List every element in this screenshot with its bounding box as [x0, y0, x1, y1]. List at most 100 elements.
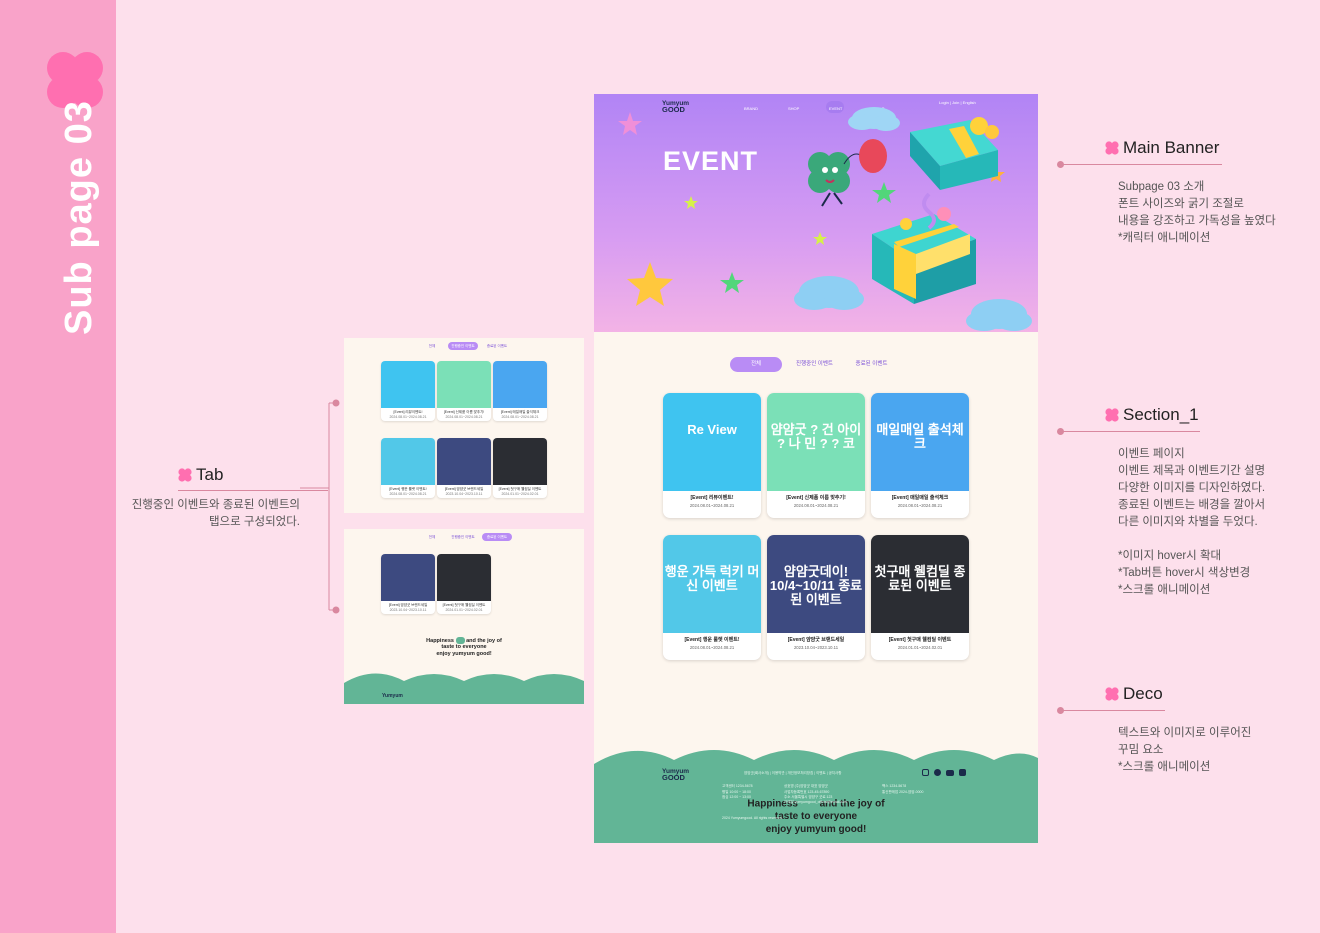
footer-info-line: 고객센터 1234-5678 [722, 784, 753, 788]
flower-icon [178, 468, 192, 482]
annotation-line: Subpage 03 소개 [1118, 181, 1205, 193]
annotation-line: 이벤트 페이지 [1118, 448, 1185, 460]
annotation-line: *이미지 hover시 확대 [1118, 550, 1222, 562]
annotation-line: *스크롤 애니메이션 [1118, 584, 1211, 596]
event-card-image: 첫구매 웰컴딜 종료된 이벤트 [871, 535, 969, 633]
flower-icon [1105, 141, 1119, 155]
event-card[interactable]: 행운 가득 럭키 머신 이벤트 [Event] 행운 룰렛 이벤트! 2024.08… [663, 535, 761, 660]
instagram-icon[interactable] [922, 769, 929, 776]
mini-event-card[interactable]: [Event] 첫구매 웰컴딜 이벤트 2024.01.01~2024.02.01 [493, 438, 547, 498]
event-card[interactable]: 첫구매 웰컴딜 종료된 이벤트 [Event] 첫구매 웰컴딜 이벤트 2024.0… [871, 535, 969, 660]
mini-event-card[interactable]: [Event] 얌얌굿 브랜드세일 2023.10.04~2023.10.11 [437, 438, 491, 498]
mini-event-card[interactable]: [Event] 첫구매 웰컴딜 이벤트 2024.01.01~2024.02.01 [437, 554, 491, 614]
event-card-image: 얌얌굿데이! 10/4~10/11 종료된 이벤트 [767, 535, 865, 633]
mini-event-card[interactable]: [Event] 리뷰이벤트! 2024.08.01~2024.08.21 [381, 361, 435, 421]
mini-tab-ended[interactable]: 종료된 이벤트 [482, 533, 512, 541]
annotation-deco: Deco 텍스트와 이미지로 이루어진 꾸밈 요소 *스크롤 애니메이션 [1057, 684, 1300, 776]
event-card-title: [Event] 얌얌굿 브랜드세일 [787, 637, 845, 643]
facebook-icon[interactable] [934, 769, 941, 776]
svg-text:Yumyum: Yumyum [382, 693, 403, 699]
main-banner: YumyumGOOD BRAND SHOP EVENT HELP Login |… [594, 94, 1038, 332]
annotation-line: 꾸밈 요소 [1118, 744, 1164, 756]
mini-event-card-image [493, 438, 547, 485]
event-card-date: 2024.08.01~2024.08.21 [793, 503, 839, 508]
mini-event-card-image [437, 554, 491, 601]
mini-event-card-date: 2024.08.01~2024.08.21 [389, 415, 427, 419]
mini-tab-all[interactable]: 전체 [422, 533, 442, 541]
annotation-line: 내용을 강조하고 가독성을 높였다 [1118, 215, 1276, 227]
event-card-date: 2024.08.01~2024.08.21 [689, 503, 735, 508]
annotation-line: 다양한 이미지를 디자인하였다. [1118, 482, 1266, 494]
mini-event-card-date: 2024.08.01~2024.08.21 [445, 415, 483, 419]
footer-info-line: 팩스 1234-5678 [882, 784, 907, 788]
annotation-line: 종료된 이벤트는 배경을 깔아서 [1118, 499, 1266, 511]
event-card-title: [Event] 매일매일 출석체크 [891, 495, 949, 501]
annotation-line: 다른 이미지와 차별을 두었다. [1118, 516, 1258, 528]
event-card-date: 2024.08.01~2024.08.21 [897, 503, 943, 508]
event-card-date: 2024.08.01~2024.08.21 [689, 645, 735, 650]
copyright: 2024 Yumyumgood. All rights reserved. [722, 816, 783, 820]
mini-event-card-date: 2024.01.01~2024.02.01 [445, 608, 483, 612]
event-card-image: 매일매일 출석체크 [871, 393, 969, 491]
event-card-image: 행운 가득 럭키 머신 이벤트 [663, 535, 761, 633]
annotation-line: *Tab버튼 hover시 색상변경 [1118, 567, 1251, 579]
footer-links[interactable]: 얌얌굿(회사소개) | 이용약관 | 개인정보처리방침 | 이벤트 | 공지사항 [744, 771, 841, 776]
mini-event-card[interactable]: [Event] 행운 룰렛 이벤트! 2024.08.01~2024.08.21 [381, 438, 435, 498]
event-card-title: [Event] 신제품 이름 맞추기! [786, 495, 846, 501]
x-icon[interactable] [959, 769, 966, 776]
event-card[interactable]: 얌얌굿데이! 10/4~10/11 종료된 이벤트 [Event] 얌얌굿 브랜드… [767, 535, 865, 660]
event-page-mockup: YumyumGOOD BRAND SHOP EVENT HELP Login |… [594, 94, 1038, 843]
event-card-art-text: 첫구매 웰컴딜 종료된 이벤트 [874, 564, 966, 593]
event-card-art-text: Re View [687, 422, 737, 437]
footer-info-line: 이메일 yumyumgood_official@email.com [784, 800, 847, 804]
youtube-icon[interactable] [946, 770, 954, 776]
mini-event-card[interactable]: [Event] 매일매일 출석체크 2024.08.01~2024.08.21 [493, 361, 547, 421]
mini-event-card-date: 2023.10.04~2023.10.11 [389, 608, 427, 612]
event-card-image: 얌얌굿 ? 건 아이 ? 나 민 ? ? 코 [767, 393, 865, 491]
footer-logo[interactable]: Yumyum GOOD [662, 768, 689, 782]
mini-tab-ended[interactable]: 종료된 이벤트 [482, 342, 512, 350]
tab-all[interactable]: 전체 [730, 357, 782, 372]
tab-preview-ended: 전체 진행중인 이벤트 종료된 이벤트 [Event] 얌얌굿 브랜드세일 202… [344, 529, 584, 704]
mini-footer: Yumyum [344, 673, 584, 704]
tab-ended[interactable]: 종료된 이벤트 [849, 357, 894, 372]
connector-bracket [300, 399, 340, 614]
event-card-title: [Event] 첫구매 웰컴딜 이벤트 [888, 637, 952, 643]
event-card-date: 2024.01.01~2024.02.01 [897, 645, 943, 650]
event-card-title: [Event] 리뷰이벤트! [690, 495, 734, 501]
mini-event-card[interactable]: [Event] 신제품 이름 맞추기! 2024.08.01~2024.08.21 [437, 361, 491, 421]
mini-event-card-image [437, 438, 491, 485]
event-card-art-text: 매일매일 출석체크 [876, 422, 964, 451]
mini-event-card-image [493, 361, 547, 408]
event-card[interactable]: 매일매일 출석체크 [Event] 매일매일 출석체크 2024.08.01~202… [871, 393, 969, 518]
mini-event-card[interactable]: [Event] 얌얌굿 브랜드세일 2023.10.04~2023.10.11 [381, 554, 435, 614]
mini-tagline: Happiness and the joy of taste to everyo… [426, 637, 502, 657]
mini-event-card-date: 2024.01.01~2024.02.01 [501, 492, 539, 496]
annotation-line: 텍스트와 이미지로 이루어진 [1118, 727, 1252, 739]
annotation-title: Main Banner [1123, 138, 1220, 157]
annotation-line: 진행중인 이벤트와 종료된 이벤트의 [131, 499, 300, 511]
social-links [922, 769, 966, 776]
mini-tab-all[interactable]: 전체 [422, 342, 442, 350]
mini-tab-ongoing[interactable]: 진행중인 이벤트 [448, 342, 478, 350]
annotation-line: 폰트 사이즈와 굵기 조절로 [1118, 198, 1244, 210]
footer-info-line: 통신판매업 2024-얌얌-0000 [882, 790, 924, 794]
mini-event-card-date: 2024.08.01~2024.08.21 [501, 415, 539, 419]
annotation-line: *스크롤 애니메이션 [1118, 761, 1211, 773]
event-card-title: [Event] 행운 룰렛 이벤트! [684, 637, 740, 643]
mini-tab-ongoing[interactable]: 진행중인 이벤트 [446, 533, 480, 541]
event-card-art-text: 얌얌굿 ? 건 아이 ? 나 민 ? ? 코 [770, 422, 862, 451]
tab-ongoing[interactable]: 진행중인 이벤트 [792, 357, 837, 372]
mini-event-card-image [381, 438, 435, 485]
mini-event-card-image [381, 554, 435, 601]
event-card[interactable]: 얌얌굿 ? 건 아이 ? 나 민 ? ? 코 [Event] 신제품 이름 맞추기… [767, 393, 865, 518]
clover-icon [455, 637, 465, 644]
event-card-art-text: 얌얌굿데이! 10/4~10/11 종료된 이벤트 [769, 564, 863, 607]
tab-preview-all: 전체 진행중인 이벤트 종료된 이벤트 [Event] 리뷰이벤트! 2024.0… [344, 338, 584, 513]
annotation-section-1: Section_1 이벤트 페이지 이벤트 제목과 이벤트기간 설명 다양한 이미지… [1057, 405, 1300, 599]
mini-event-card-image [437, 361, 491, 408]
event-card-image: Re View [663, 393, 761, 491]
mini-event-card-date: 2023.10.04~2023.10.11 [445, 492, 483, 496]
event-tabs: 전체 진행중인 이벤트 종료된 이벤트 [594, 357, 1038, 373]
event-card[interactable]: Re View [Event] 리뷰이벤트! 2024.08.01~2024.08.… [663, 393, 761, 518]
